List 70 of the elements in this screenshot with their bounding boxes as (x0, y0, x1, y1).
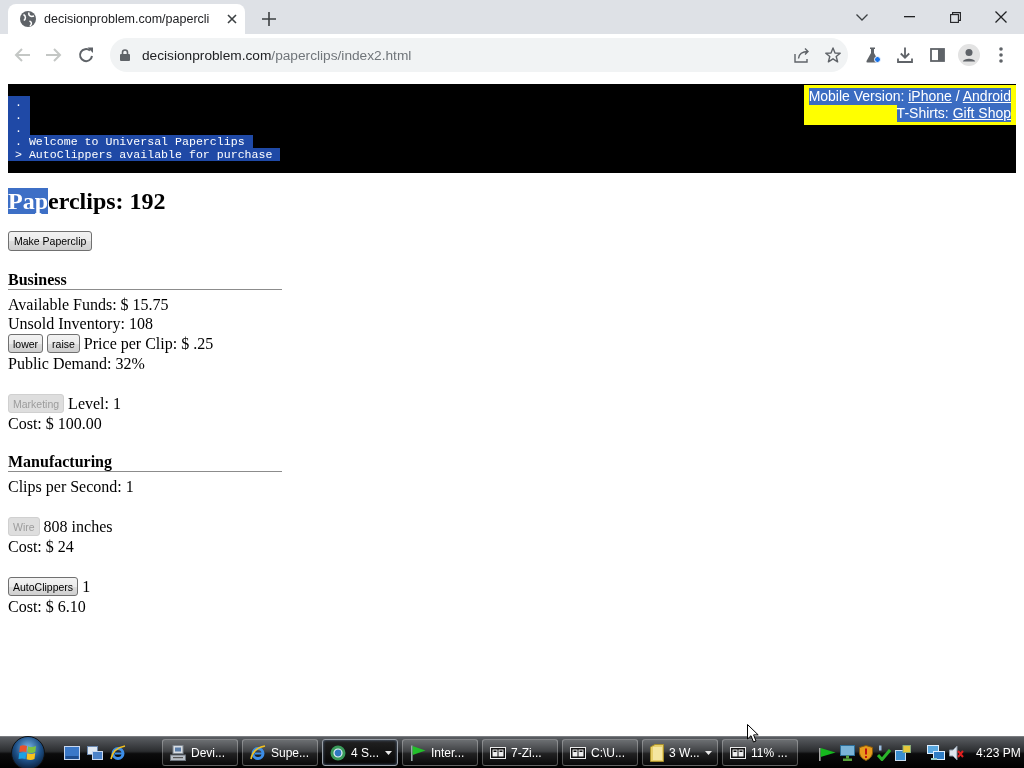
taskbar-button[interactable]: C:\U... (562, 739, 638, 766)
stat-text: Level: 1 (68, 394, 121, 413)
action-button[interactable]: raise (47, 334, 80, 353)
minimize-icon[interactable] (903, 16, 915, 18)
lock-icon (120, 49, 130, 61)
restore-icon[interactable] (949, 11, 961, 23)
desktop-icon[interactable] (64, 745, 80, 760)
caret-icon (385, 750, 392, 755)
window-stack-icon[interactable] (895, 744, 911, 761)
taskbar-button[interactable]: 4 S... (322, 739, 398, 766)
stat-text: Available Funds: $ 15.75 (8, 295, 169, 314)
stacked-windows-icon[interactable] (87, 745, 103, 760)
stat-text: Cost: $ 100.00 (8, 414, 102, 433)
close-tab-icon[interactable] (227, 14, 237, 24)
tiles-icon (490, 746, 506, 759)
stat-text: Price per Clip: $ .25 (83, 334, 214, 353)
stat-text: 808 inches (43, 517, 113, 536)
taskbar-button[interactable]: Supe... (242, 739, 318, 766)
reload-icon[interactable] (78, 47, 94, 63)
download-icon[interactable] (897, 47, 913, 63)
paperclip-count-heading: Paperclips: 192 (8, 187, 166, 215)
computer-icon (170, 744, 186, 761)
close-icon[interactable] (995, 11, 1007, 23)
orbit-ring-icon[interactable] (110, 744, 126, 761)
disc-icon (330, 744, 346, 761)
text-link[interactable]: Android (962, 88, 1011, 104)
taskbar-button[interactable]: Inter... (402, 739, 478, 766)
profile-avatar-icon[interactable] (958, 44, 980, 66)
taskbar-button[interactable]: Devi... (162, 739, 238, 766)
section-heading: Manufacturing (8, 452, 112, 471)
stat-text: 1 (82, 577, 91, 596)
stat-text: Public Demand: 32% (8, 354, 145, 373)
shield-icon[interactable] (859, 744, 873, 761)
browser-tab[interactable]: decisionproblem.com/papercli (8, 4, 245, 34)
text-link[interactable]: Gift Shop (952, 105, 1011, 121)
make-paperclip-button[interactable]: Make Paperclip (8, 231, 93, 251)
start-orb-icon[interactable] (11, 735, 45, 768)
stat-text: Cost: $ 24 (8, 537, 74, 556)
tiles-icon (730, 746, 746, 759)
muted-speaker-icon[interactable] (949, 744, 964, 761)
orbit-ring-icon (250, 744, 266, 761)
star-icon[interactable] (825, 47, 841, 63)
menu-icon[interactable] (999, 47, 1003, 63)
chevron-down-icon[interactable] (856, 13, 868, 21)
globe-icon (20, 11, 36, 27)
caret-icon (705, 750, 712, 755)
taskbar-button[interactable]: 3 W... (642, 739, 718, 766)
side-panel-icon[interactable] (929, 48, 945, 62)
tiles-icon (570, 746, 586, 759)
clock-text[interactable]: 4:23 PM (976, 745, 1021, 760)
check-icon[interactable] (877, 744, 891, 761)
action-button[interactable]: lower (8, 334, 44, 353)
address-field[interactable]: decisionproblem.com/paperclips/index2.html (110, 38, 848, 72)
share-icon[interactable] (794, 47, 810, 63)
plus-icon[interactable] (262, 11, 276, 26)
taskbar-button[interactable]: 7-Zi... (482, 739, 558, 766)
promo-text: Mobile Version: iPhone / Android (808, 88, 1011, 105)
flag-icon (410, 744, 426, 761)
mouse-pointer-icon (747, 724, 759, 743)
text-link[interactable]: iPhone (908, 88, 952, 104)
monitor-icon[interactable] (840, 744, 855, 761)
section-heading: Business (8, 270, 67, 289)
network-icon[interactable] (927, 744, 945, 761)
stat-text: Clips per Second: 1 (8, 477, 134, 496)
action-button[interactable]: AutoClippers (8, 577, 79, 596)
stat-text: Unsold Inventory: 108 (8, 314, 153, 333)
flask-icon[interactable] (865, 47, 881, 63)
stat-text: Cost: $ 6.10 (8, 597, 86, 616)
folder-icon (650, 743, 664, 762)
taskbar-button[interactable]: 11% ... (722, 739, 798, 766)
